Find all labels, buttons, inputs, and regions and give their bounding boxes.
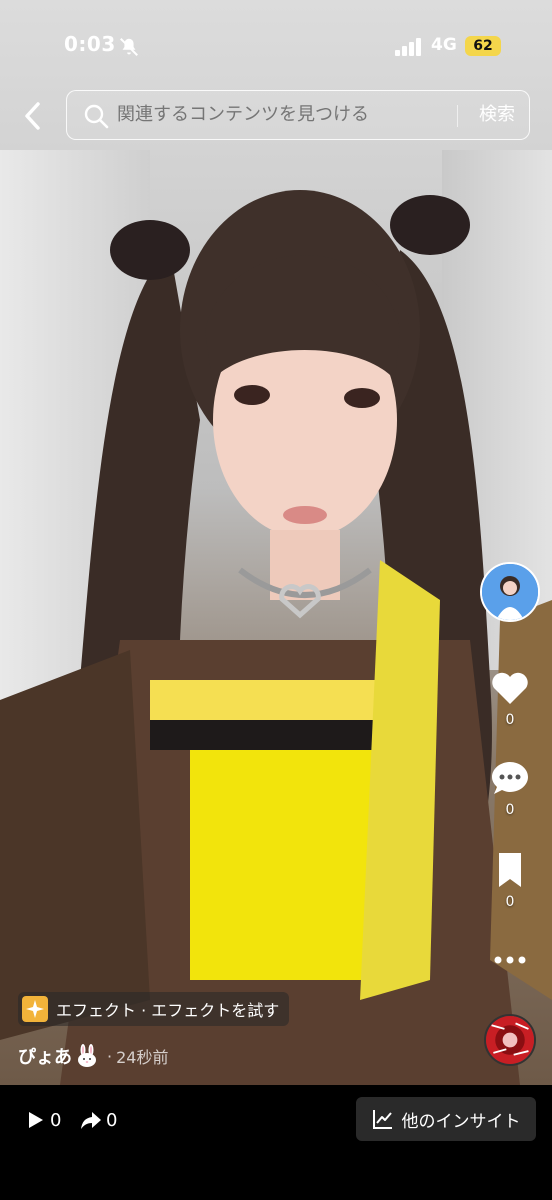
mute-icon: [120, 38, 138, 56]
bottom-bar: 0 0 他のインサイト: [0, 1085, 552, 1200]
author-line: ぴょあ · 24秒前: [18, 1042, 168, 1070]
effect-icon: [22, 996, 48, 1022]
share-icon: [81, 1112, 101, 1129]
separator: ·: [107, 1046, 113, 1066]
more-icon[interactable]: [492, 950, 528, 970]
effect-label: エフェクト · エフェクトを試す: [56, 1001, 280, 1020]
save-button[interactable]: 0: [488, 852, 532, 910]
bookmark-icon: [499, 853, 521, 887]
share-stat: 0: [80, 1107, 117, 1133]
video-frame[interactable]: [0, 0, 552, 1085]
back-icon[interactable]: [18, 96, 48, 136]
video-subject: [0, 190, 552, 1085]
music-disc-art: [486, 1016, 534, 1064]
search-input[interactable]: [117, 91, 447, 139]
like-button[interactable]: 0: [488, 670, 532, 728]
search-button[interactable]: 検索: [467, 91, 527, 139]
avatar[interactable]: [480, 562, 540, 622]
play-stat: 0: [24, 1107, 61, 1133]
insight-button[interactable]: 他のインサイト: [356, 1097, 536, 1141]
comment-count: 0: [505, 802, 515, 818]
network-type: 4G: [431, 35, 457, 55]
heart-icon: [492, 672, 528, 704]
comment-button[interactable]: 0: [488, 760, 532, 818]
chart-icon: [372, 1110, 392, 1129]
like-count: 0: [505, 712, 515, 728]
play-icon: [29, 1112, 43, 1128]
search-divider: [457, 105, 458, 127]
status-time: 0:03: [64, 32, 116, 56]
battery-indicator: 62: [465, 36, 501, 56]
play-count: 0: [50, 1109, 62, 1131]
author-name[interactable]: ぴょあ: [18, 1043, 72, 1069]
search-bar[interactable]: 検索: [66, 90, 530, 140]
effect-chip[interactable]: エフェクト · エフェクトを試す: [18, 992, 290, 1026]
music-disc[interactable]: [484, 1014, 536, 1066]
insight-label: 他のインサイト: [401, 1111, 521, 1132]
avatar-image: [482, 564, 538, 620]
post-time: 24秒前: [116, 1048, 169, 1067]
comment-icon: [492, 762, 528, 794]
search-icon: [84, 104, 109, 129]
share-count: 0: [106, 1109, 118, 1131]
status-bar: 0:03 4G 62: [0, 28, 552, 64]
signal-icon: [395, 38, 421, 56]
save-count: 0: [505, 894, 515, 910]
rabbit-icon: [78, 1044, 96, 1067]
